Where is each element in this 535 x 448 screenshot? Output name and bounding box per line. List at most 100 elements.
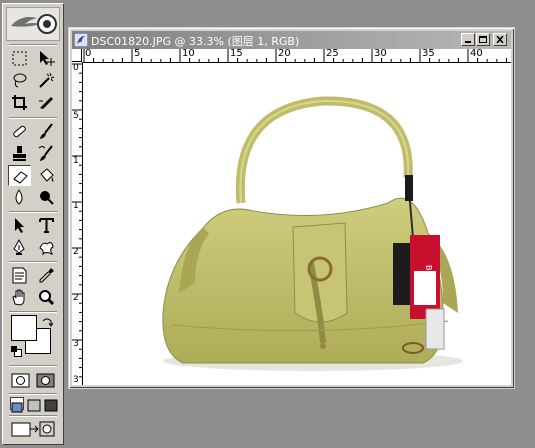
toolbox-divider [9,393,57,395]
eraser-tool[interactable] [8,165,31,186]
document-title: DSC01820.JPG @ 33.3% (图层 1, RGB) [91,35,300,48]
vertical-ruler[interactable]: 0 5 1 1 2 2 3 3 [72,62,83,385]
clone-stamp-icon [13,146,26,161]
blur-icon [15,189,23,205]
screen-mode-menu-icon [27,399,41,412]
ruler-label: 25 [326,49,339,59]
document-window: DSC01820.JPG @ 33.3% (图层 1, RGB) 0 5 10 … [68,27,515,389]
hand-tool[interactable] [8,287,31,308]
ruler-label: 1 [73,156,79,166]
horizontal-ruler[interactable]: 0 5 10 15 20 25 30 35 40 [82,49,511,63]
feather-eye-icon [11,14,57,34]
ruler-label: 2 [73,293,79,303]
slice-icon [39,97,53,109]
marquee-icon [12,51,27,66]
product-tag-brand: BOSSCO [424,265,433,299]
pen-tool[interactable] [8,237,31,258]
type-tool[interactable] [35,215,58,236]
move-tool[interactable] [35,48,58,69]
maximize-icon [479,36,487,43]
ruler-label: 0 [73,63,79,73]
ruler-label: 15 [230,49,243,59]
crop-icon [12,95,27,110]
close-button[interactable] [493,33,507,46]
quick-mask-icon [36,373,55,388]
history-brush-tool[interactable] [35,143,58,164]
eraser-icon [13,171,28,184]
magic-wand-tool[interactable] [35,70,58,91]
maximize-button[interactable] [476,33,490,46]
ruler-label: 5 [73,111,79,121]
swap-colors-icon[interactable] [41,314,54,327]
screen-mode-standard[interactable] [10,397,24,413]
healing-brush-icon [13,125,26,138]
hand-icon [12,289,25,306]
document-title-bar[interactable]: DSC01820.JPG @ 33.3% (图层 1, RGB) [72,31,511,49]
toolbox-panel [2,3,64,445]
standard-mode-button[interactable] [9,370,32,391]
screen-mode-fullscreen-menu[interactable] [27,397,41,412]
blur-tool[interactable] [8,187,31,208]
toolbox-divider [9,311,57,313]
notes-icon [12,267,27,284]
custom-shape-tool[interactable] [35,237,58,258]
type-icon [39,218,54,233]
eyedropper-icon [39,268,54,283]
clone-stamp-tool[interactable] [8,143,31,164]
zoom-icon [39,290,55,306]
ruler-label: 0 [85,49,92,59]
quick-mask-button[interactable] [34,370,57,391]
toolbox-divider [9,415,57,417]
screen-mode-full-icon [44,399,58,412]
screen-mode-fullscreen[interactable] [44,397,58,412]
healing-brush-tool[interactable] [8,121,31,142]
toolbox-divider [9,211,57,213]
notes-tool[interactable] [8,265,31,286]
imageready-icon [11,421,55,437]
brush-icon [40,123,53,139]
ruler-label: 20 [278,49,291,59]
path-select-tool[interactable] [8,215,31,236]
ruler-label: 30 [374,49,387,59]
ruler-label: 3 [73,339,79,349]
photoshop-logo[interactable] [6,7,60,41]
toolbox-divider [9,261,57,263]
screen-mode-standard-icon [11,402,23,413]
photoshop-document-icon [74,33,88,47]
dodge-icon [40,191,54,205]
ruler-label: 1 [73,201,79,211]
ruler-label: 5 [134,49,141,59]
toolbox-divider [9,365,57,367]
ruler-label: 35 [422,49,435,59]
lasso-tool[interactable] [8,70,31,91]
custom-shape-icon [39,242,54,256]
ruler-label: 10 [182,49,195,59]
toolbox-divider [9,117,57,119]
jump-to-imageready-button[interactable] [10,419,56,439]
dodge-tool[interactable] [35,187,58,208]
brush-tool[interactable] [35,121,58,142]
path-select-icon [15,218,24,233]
foreground-color-swatch[interactable] [11,315,37,341]
horizontal-ruler-ticks [83,49,507,62]
ruler-origin[interactable] [72,49,82,62]
zoom-tool[interactable] [35,287,58,308]
magic-wand-icon [39,72,55,88]
close-icon [496,36,504,43]
slice-tool[interactable] [35,92,58,113]
crop-tool[interactable] [8,92,31,113]
lasso-icon [13,73,27,88]
minimize-button[interactable] [461,33,475,46]
history-brush-icon [38,145,53,161]
ruler-label: 40 [470,49,483,59]
eyedropper-tool[interactable] [35,265,58,286]
minimize-icon [465,41,471,43]
move-icon [40,51,55,66]
standard-mode-icon [11,373,30,388]
paint-bucket-tool[interactable] [35,165,58,186]
image-canvas[interactable]: BOSSCO [83,63,511,385]
default-colors-icon[interactable] [11,346,22,357]
marquee-tool[interactable] [8,48,31,69]
ruler-label: 2 [73,247,79,257]
ruler-label: 3 [73,375,79,385]
